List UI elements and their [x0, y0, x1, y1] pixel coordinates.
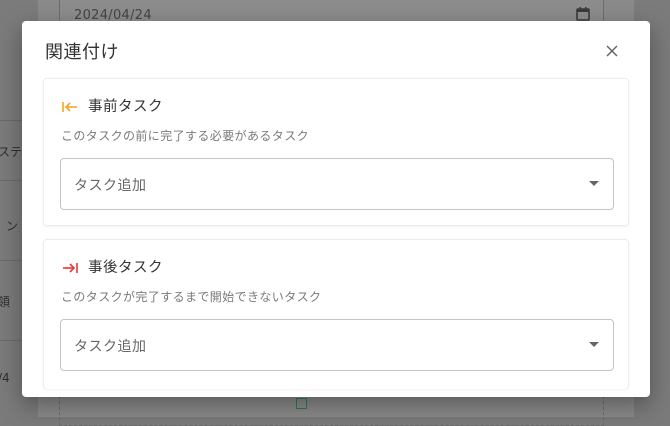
background-marker-icon: [296, 398, 307, 409]
dialog-title: 関連付け: [45, 42, 119, 63]
background-text: /4: [0, 371, 10, 385]
close-button[interactable]: [600, 39, 624, 63]
successor-select-placeholder: タスク追加: [74, 339, 147, 355]
successor-title: 事後タスク: [88, 260, 163, 276]
relation-dialog: 関連付け 事前タスク このタスクの前に完了する必要があるタスク タスク追加 事後…: [22, 21, 650, 397]
successor-task-select[interactable]: タスク追加: [60, 319, 614, 371]
successor-description: このタスクが完了するまで開始できないタスク: [61, 290, 322, 304]
predecessor-description: このタスクの前に完了する必要があるタスク: [61, 129, 310, 143]
dropdown-caret-icon: [589, 342, 599, 347]
predecessor-header: 事前タスク: [61, 95, 163, 116]
dropdown-caret-icon: [589, 181, 599, 186]
predecessor-title: 事前タスク: [88, 99, 163, 115]
calendar-icon: [575, 6, 591, 22]
arrow-left-bar-icon: [61, 99, 79, 113]
background-dashed-area: [59, 396, 604, 426]
predecessor-select-placeholder: タスク追加: [74, 178, 147, 194]
successor-header: 事後タスク: [61, 256, 163, 277]
predecessor-task-select[interactable]: タスク追加: [60, 158, 614, 210]
close-icon: [606, 45, 618, 57]
arrow-right-bar-icon: [61, 260, 79, 274]
background-text: 領: [0, 293, 10, 310]
predecessor-section: 事前タスク このタスクの前に完了する必要があるタスク タスク追加: [43, 78, 629, 226]
successor-section: 事後タスク このタスクが完了するまで開始できないタスク タスク追加: [43, 239, 629, 389]
background-text: ン: [6, 219, 19, 233]
background-text: ステ: [0, 145, 23, 159]
